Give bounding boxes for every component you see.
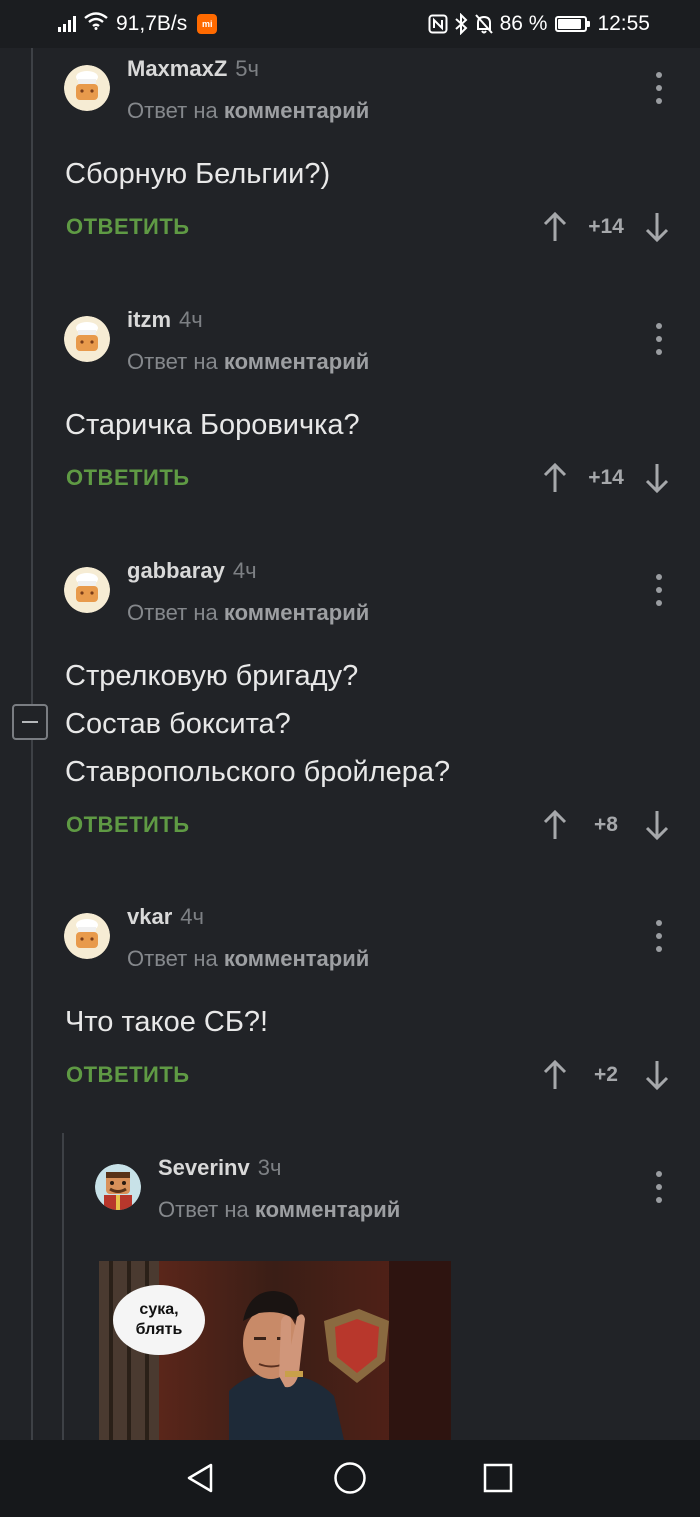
network-speed: 91,7B/s xyxy=(116,12,188,35)
comment-image[interactable]: сука, блять xyxy=(99,1261,451,1440)
comment-score: +14 xyxy=(588,466,624,489)
meme-speech-bubble: сука, блять xyxy=(113,1285,205,1355)
nested-thread-line[interactable] xyxy=(62,1133,64,1440)
comment-score: +2 xyxy=(594,1063,618,1086)
downvote-arrow-icon[interactable] xyxy=(642,210,672,244)
battery-percent: 86 % xyxy=(499,12,548,35)
avatar[interactable] xyxy=(64,316,110,362)
home-icon[interactable] xyxy=(330,1458,370,1498)
reply-to-line: Ответ на комментарий xyxy=(127,98,370,123)
comment-score: +14 xyxy=(588,215,624,238)
more-options-icon[interactable] xyxy=(654,574,664,606)
mi-app-icon: mi xyxy=(197,14,218,34)
reply-to-line: Ответ на комментарий xyxy=(127,946,370,971)
thread-line[interactable] xyxy=(31,48,33,1440)
comment-author[interactable]: vkar 4ч xyxy=(127,904,204,930)
nfc-icon xyxy=(428,14,448,34)
downvote-arrow-icon[interactable] xyxy=(642,461,672,495)
clock: 12:55 xyxy=(597,12,650,35)
upvote-arrow-icon[interactable] xyxy=(540,461,570,495)
bell-off-icon xyxy=(474,13,494,35)
bluetooth-icon xyxy=(454,13,468,35)
comment-text: Сборную Бельгии?) xyxy=(65,158,331,190)
battery-icon xyxy=(555,16,591,32)
parent-comment-link[interactable]: комментарий xyxy=(224,349,369,374)
avatar[interactable] xyxy=(64,65,110,111)
more-options-icon[interactable] xyxy=(654,920,664,952)
reply-button[interactable]: ОТВЕТИТЬ xyxy=(66,1062,190,1088)
avatar[interactable] xyxy=(64,567,110,613)
downvote-arrow-icon[interactable] xyxy=(642,808,672,842)
signal-icon xyxy=(58,16,78,32)
parent-comment-link[interactable]: комментарий xyxy=(224,98,369,123)
avatar[interactable] xyxy=(95,1164,141,1210)
comment-time: 4ч xyxy=(232,558,257,583)
reply-to-line: Ответ на комментарий xyxy=(127,349,370,374)
reply-button[interactable]: ОТВЕТИТЬ xyxy=(66,465,190,491)
upvote-arrow-icon[interactable] xyxy=(540,808,570,842)
more-options-icon[interactable] xyxy=(654,323,664,355)
avatar[interactable] xyxy=(64,913,110,959)
more-options-icon[interactable] xyxy=(654,72,664,104)
downvote-arrow-icon[interactable] xyxy=(642,1058,672,1092)
parent-comment-link[interactable]: комментарий xyxy=(255,1197,400,1222)
upvote-arrow-icon[interactable] xyxy=(540,210,570,244)
upvote-arrow-icon[interactable] xyxy=(540,1058,570,1092)
reply-to-line: Ответ на комментарий xyxy=(127,600,370,625)
system-nav-bar xyxy=(0,1440,700,1517)
comment-author[interactable]: gabbaray 4ч xyxy=(127,558,257,584)
parent-comment-link[interactable]: комментарий xyxy=(224,600,369,625)
comment-text: Старичка Боровичка? xyxy=(65,409,360,441)
vote-controls: +2 xyxy=(540,1055,672,1095)
comment-author[interactable]: itzm 4ч xyxy=(127,307,203,333)
vote-controls: +8 xyxy=(540,805,672,845)
comment-score: +8 xyxy=(594,813,618,836)
comment-time: 3ч xyxy=(257,1155,282,1180)
more-options-icon[interactable] xyxy=(654,1171,664,1203)
comment-text: Стрелковую бригаду? Состав боксита? Став… xyxy=(65,660,451,788)
comment-author[interactable]: Severinv 3ч xyxy=(158,1155,281,1181)
vote-controls: +14 xyxy=(540,458,672,498)
back-icon[interactable] xyxy=(180,1458,220,1498)
wifi-icon xyxy=(84,12,108,36)
reply-button[interactable]: ОТВЕТИТЬ xyxy=(66,812,190,838)
comment-author[interactable]: MaxmaxZ 5ч xyxy=(127,56,259,82)
reply-button[interactable]: ОТВЕТИТЬ xyxy=(66,214,190,240)
collapse-thread-button[interactable] xyxy=(12,704,48,740)
comment-time: 5ч xyxy=(235,56,259,81)
recents-icon[interactable] xyxy=(478,1458,518,1498)
parent-comment-link[interactable]: комментарий xyxy=(224,946,369,971)
status-bar: 91,7B/s mi 86 % 12:55 xyxy=(0,0,700,48)
comment-text: Что такое СБ?! xyxy=(65,1006,269,1038)
comment-time: 4ч xyxy=(180,904,204,929)
reply-to-line: Ответ на комментарий xyxy=(158,1197,401,1222)
vote-controls: +14 xyxy=(540,207,672,247)
comment-time: 4ч xyxy=(179,307,203,332)
